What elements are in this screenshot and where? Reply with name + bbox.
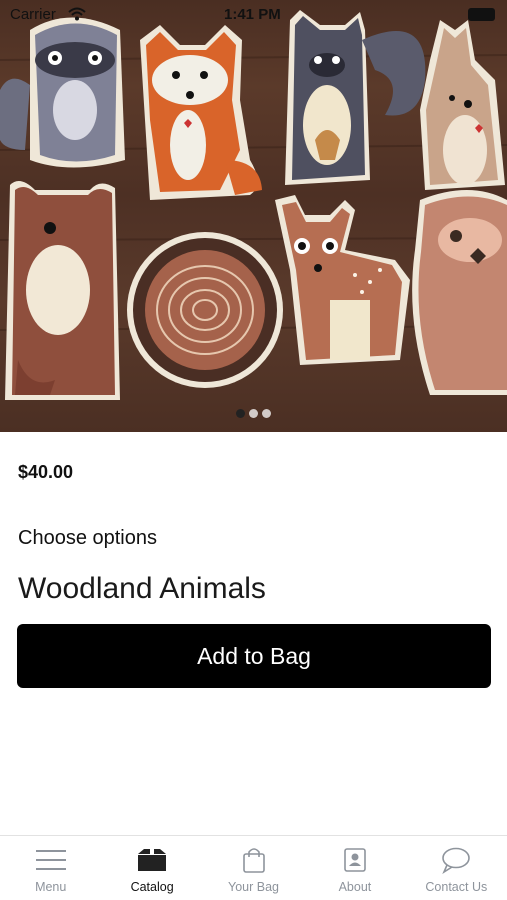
- bottom-tab-bar: Menu Catalog Your Bag About Contact Us: [0, 835, 507, 900]
- contact-card-icon: [339, 846, 371, 874]
- tab-menu[interactable]: Menu: [0, 836, 101, 900]
- raccoon-cookie: [0, 17, 125, 168]
- tab-your-bag[interactable]: Your Bag: [203, 836, 304, 900]
- carousel-dot[interactable]: [236, 409, 245, 418]
- bear-cookie: [5, 181, 120, 400]
- tab-label: Your Bag: [228, 880, 279, 894]
- status-time: 1:41 PM: [224, 6, 281, 23]
- product-image-carousel[interactable]: [0, 0, 507, 432]
- product-price: $40.00: [18, 462, 74, 482]
- carousel-dot[interactable]: [262, 409, 271, 418]
- tab-catalog[interactable]: Catalog: [101, 836, 202, 900]
- tab-label: About: [338, 880, 372, 894]
- battery-icon: [468, 8, 495, 21]
- status-bar: Carrier 1:41 PM: [0, 0, 507, 30]
- squirrel-cookie: [285, 10, 426, 185]
- carrier-label: Carrier: [10, 6, 56, 23]
- tab-label: Catalog: [130, 880, 174, 894]
- deer-cookie: [275, 195, 410, 365]
- chat-bubble-icon: [440, 846, 472, 874]
- owl-cookie: [412, 190, 507, 395]
- tab-label: Contact Us: [425, 880, 488, 894]
- carousel-dot[interactable]: [249, 409, 258, 418]
- woodland-cookies-photo: [0, 10, 507, 400]
- selected-option-value[interactable]: Woodland Animals: [18, 572, 266, 606]
- wifi-icon: [68, 7, 86, 21]
- tab-about[interactable]: About: [304, 836, 405, 900]
- choose-options-label: Choose options: [18, 527, 157, 549]
- bag-icon: [238, 846, 270, 874]
- carousel-page-indicator[interactable]: [236, 409, 271, 418]
- add-to-bag-button[interactable]: Add to Bag: [17, 624, 491, 688]
- tab-label: Menu: [35, 880, 67, 894]
- tree-stump-cookie: [127, 232, 283, 388]
- bunny-cookie: [420, 20, 505, 190]
- box-icon: [136, 846, 168, 874]
- menu-icon: [35, 846, 67, 874]
- fox-cookie: [140, 25, 262, 200]
- tab-contact-us[interactable]: Contact Us: [406, 836, 507, 900]
